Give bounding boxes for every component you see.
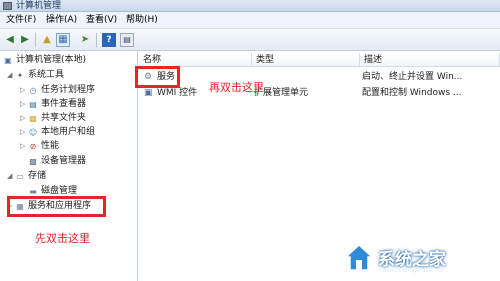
collapse-arrow-icon[interactable]: ◢: [7, 170, 15, 183]
column-header-type[interactable]: 类型: [252, 53, 360, 67]
tree-label: 存储: [28, 171, 47, 181]
export-list-icon[interactable]: ➤: [78, 33, 92, 47]
expand-arrow-icon[interactable]: ▷: [20, 126, 28, 139]
properties-icon[interactable]: ▤: [120, 33, 134, 47]
tree-label: 性能: [41, 141, 60, 151]
expand-arrow-icon[interactable]: ▷: [20, 84, 28, 97]
row-description: 启动、终止并设置 Win...: [362, 72, 463, 82]
tree-item-performance[interactable]: ▷ ⊘ 性能: [20, 140, 59, 153]
annotation-double-click-first: 先双击这里: [35, 232, 90, 245]
computer-management-icon: [3, 2, 12, 10]
tree-item-storage[interactable]: ◢ ▭ 存储: [7, 170, 46, 183]
title-bar: 计算机管理: [0, 0, 500, 12]
forward-icon[interactable]: ▶: [18, 33, 32, 47]
tree-item-event-viewer[interactable]: ▷ ▤ 事件查看器: [20, 98, 86, 111]
window-title: 计算机管理: [16, 1, 62, 11]
menu-view[interactable]: 查看(V): [86, 12, 117, 29]
toolbar-separator: [96, 33, 97, 47]
performance-icon: ⊘: [29, 142, 37, 151]
tree-label: 事件查看器: [41, 99, 87, 109]
console-tree-icon[interactable]: ▦: [56, 33, 70, 47]
computer-icon: ▣: [4, 56, 12, 65]
tree-label: 任务计划程序: [41, 85, 96, 95]
watermark-url: www.xitongzhijia.net: [382, 267, 445, 274]
tree-item-device-manager[interactable]: ▩ 设备管理器: [28, 155, 86, 168]
tree-item-task-scheduler[interactable]: ▷ ◷ 任务计划程序: [20, 84, 95, 97]
collapse-arrow-icon[interactable]: ◢: [7, 69, 15, 82]
expand-arrow-icon[interactable]: ▷: [20, 140, 28, 153]
event-log-icon: ▤: [29, 100, 37, 109]
tree-item-local-users[interactable]: ▷ ☺ 本地用户和组: [20, 126, 95, 139]
tree-label: 磁盘管理: [41, 186, 78, 196]
menu-bar: 文件(F) 操作(A) 查看(V) 帮助(H): [0, 12, 500, 29]
menu-file[interactable]: 文件(F): [6, 12, 36, 29]
highlight-box-services-apps: [7, 196, 106, 217]
expand-arrow-icon[interactable]: ▷: [20, 98, 28, 111]
toolbar: ◀ ▶ ▲ ▦ ➤ ? ▤: [0, 29, 500, 51]
house-logo-icon: [344, 243, 374, 271]
storage-icon: ▭: [16, 172, 24, 181]
column-header-description[interactable]: 描述: [360, 53, 500, 67]
tree-root[interactable]: ▣ 计算机管理(本地): [3, 54, 86, 67]
tree-label: 系统工具: [28, 70, 65, 80]
tree-root-label: 计算机管理(本地): [16, 55, 87, 65]
tools-icon: ✦: [16, 71, 24, 80]
clock-icon: ◷: [29, 86, 37, 95]
back-icon[interactable]: ◀: [3, 33, 17, 47]
highlight-box-services: [135, 66, 180, 88]
list-item-wmi-control[interactable]: ▣ WMI 控件: [144, 87, 197, 100]
shared-folder-icon: ▩: [29, 114, 37, 123]
users-icon: ☺: [28, 128, 38, 137]
device-manager-icon: ▩: [29, 157, 37, 166]
row-description: 配置和控制 Windows ...: [362, 88, 462, 98]
toolbar-separator: [35, 33, 36, 47]
up-folder-icon[interactable]: ▲: [40, 33, 54, 47]
watermark: 系统之家 www.xitongzhijia.net: [344, 237, 494, 277]
expand-arrow-icon[interactable]: ▷: [20, 112, 28, 125]
tree-item-system-tools[interactable]: ◢ ✦ 系统工具: [7, 69, 64, 82]
tree-label: 设备管理器: [41, 156, 87, 166]
help-icon[interactable]: ?: [102, 33, 116, 47]
wmi-icon: ▣: [144, 88, 153, 98]
tree-item-shared-folders[interactable]: ▷ ▩ 共享文件夹: [20, 112, 86, 125]
row-name: WMI 控件: [157, 88, 198, 98]
tree-label: 共享文件夹: [41, 113, 87, 123]
menu-action[interactable]: 操作(A): [46, 12, 77, 29]
tree-label: 本地用户和组: [41, 127, 96, 137]
menu-help[interactable]: 帮助(H): [126, 12, 158, 29]
column-header-name[interactable]: 名称: [139, 53, 252, 67]
annotation-double-click-here: 再双击这里: [209, 81, 264, 94]
